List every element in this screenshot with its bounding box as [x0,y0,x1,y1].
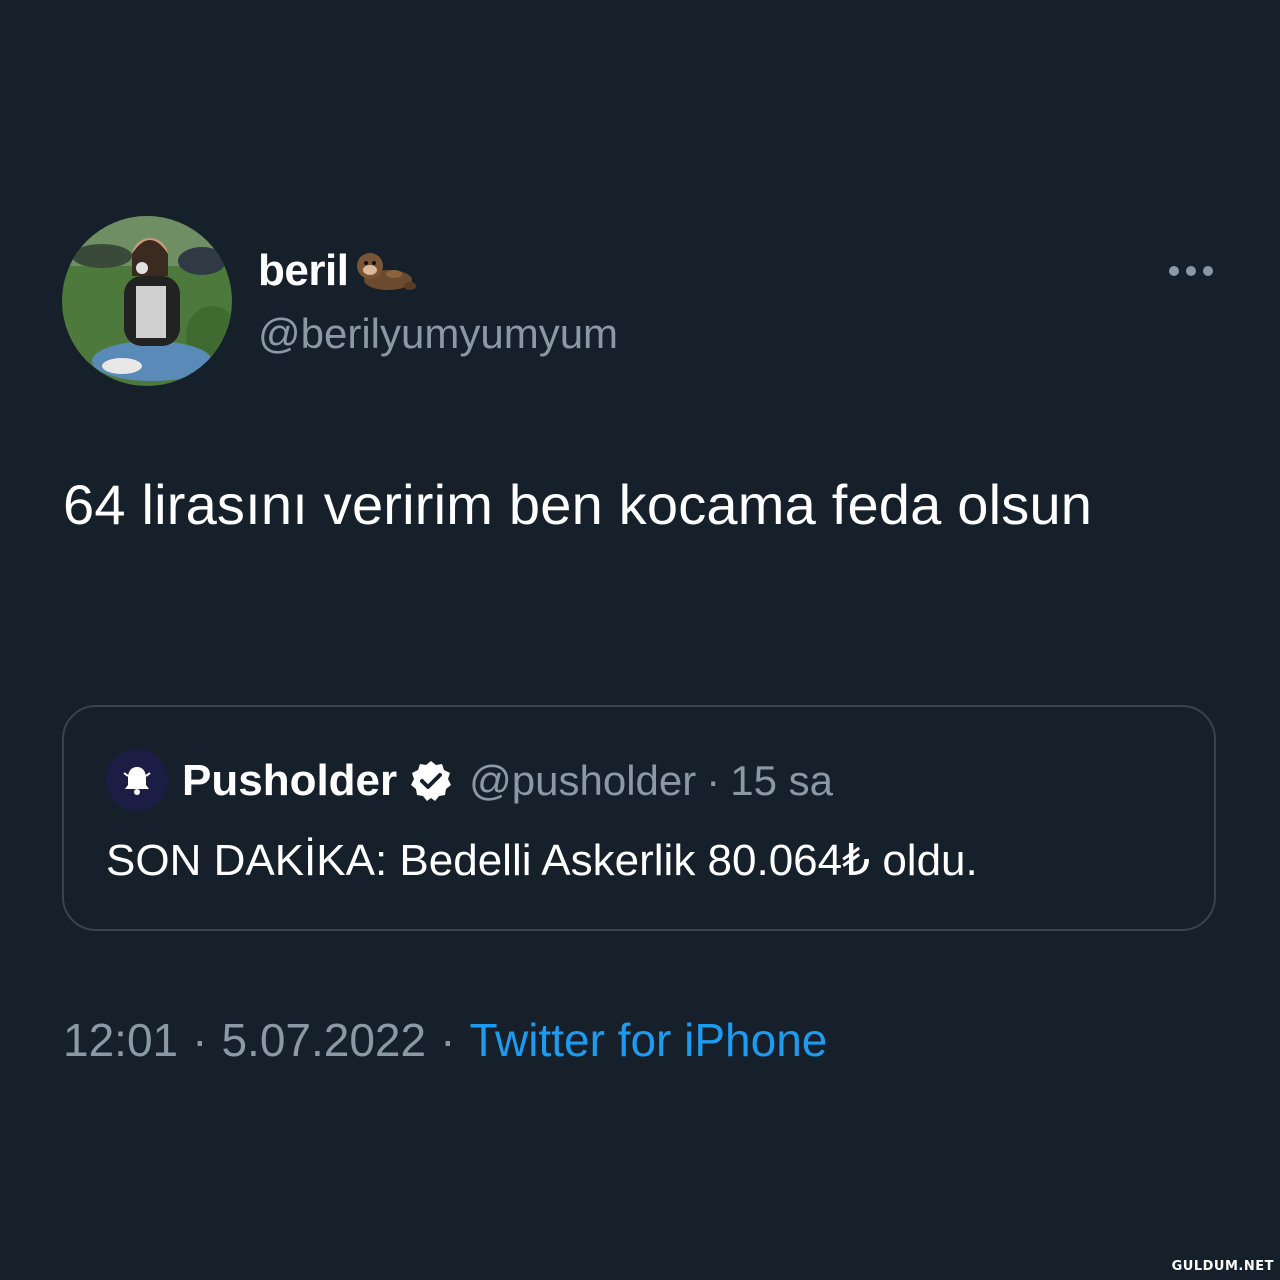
quote-timestamp[interactable]: 15 sa [730,757,833,805]
tweet-meta: 12:01 · 5.07.2022 · Twitter for iPhone [63,1012,827,1068]
tweet-detail: beril @berilyumyumyum 64 lirasını veriri… [0,0,1280,1280]
bell-icon [123,767,151,795]
meta-separator: · [192,1014,208,1066]
watermark: GULDUM.NET [1171,1259,1274,1274]
otter-icon [352,246,417,296]
tweet-date[interactable]: 5.07.2022 [221,1013,426,1067]
more-horizontal-icon [1169,266,1213,276]
author-handle[interactable]: @berilyumyumyum [258,310,618,358]
quote-author-handle[interactable]: @pusholder [469,757,696,805]
quote-header: Pusholder @pusholder · 15 sa [182,753,833,809]
quote-author-avatar[interactable] [106,749,168,811]
author-display-name[interactable]: beril [258,246,349,296]
quote-author-name[interactable]: Pusholder [182,756,397,806]
tweet-text: 64 lirasını veririm ben kocama feda olsu… [63,473,1093,536]
author-name-row: beril [258,244,417,298]
more-options-button[interactable] [1164,254,1220,288]
tweet-source-link[interactable]: Twitter for iPhone [469,1013,827,1067]
tweet-time[interactable]: 12:01 [63,1013,178,1067]
verified-badge-icon [409,759,453,803]
quoted-tweet-card[interactable]: Pusholder @pusholder · 15 sa SON DAKİKA:… [62,705,1216,931]
author-avatar[interactable] [62,216,232,386]
meta-separator: · [440,1014,456,1066]
quote-text: SON DAKİKA: Bedelli Askerlik 80.064₺ old… [106,836,978,885]
quote-separator: · [706,757,721,804]
